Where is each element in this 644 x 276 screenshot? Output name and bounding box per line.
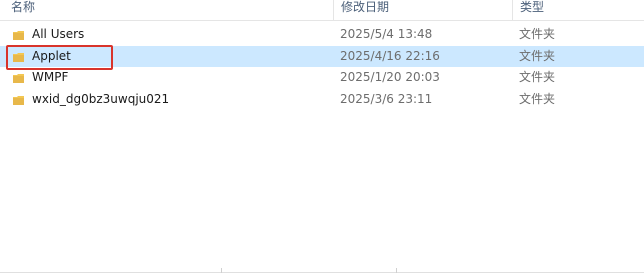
column-header-date-modified[interactable]: 修改日期 (333, 0, 511, 20)
column-header-type[interactable]: 类型 (512, 0, 644, 20)
file-row-all-users[interactable]: All Users 2025/5/4 13:48 文件夹 (0, 24, 644, 45)
file-list-header: 名称 修改日期 类型 (0, 0, 644, 21)
file-name: wxid_dg0bz3uwqju021 (32, 92, 170, 106)
folder-icon (13, 74, 24, 83)
divider-tick (221, 268, 222, 273)
file-row-applet[interactable]: Applet 2025/4/16 22:16 文件夹 (0, 46, 644, 67)
file-row-wxid[interactable]: wxid_dg0bz3uwqju021 2025/3/6 23:11 文件夹 (0, 89, 644, 110)
file-row-wmpf[interactable]: WMPF 2025/1/20 20:03 文件夹 (0, 67, 644, 88)
file-name: All Users (32, 27, 85, 41)
file-name: Applet (32, 49, 71, 63)
folder-icon (13, 53, 24, 62)
file-date-modified: 2025/5/4 13:48 (340, 27, 433, 41)
file-date-modified: 2025/3/6 23:11 (340, 92, 433, 106)
file-type: 文件夹 (519, 70, 556, 84)
file-name: WMPF (32, 70, 69, 84)
folder-icon (13, 96, 24, 105)
column-header-name[interactable]: 名称 (4, 0, 332, 20)
file-type: 文件夹 (519, 27, 556, 41)
divider-tick (396, 268, 397, 273)
file-type: 文件夹 (519, 49, 556, 63)
divider (0, 272, 644, 273)
folder-icon (13, 31, 24, 40)
file-date-modified: 2025/4/16 22:16 (340, 49, 440, 63)
file-type: 文件夹 (519, 92, 556, 106)
file-date-modified: 2025/1/20 20:03 (340, 70, 440, 84)
